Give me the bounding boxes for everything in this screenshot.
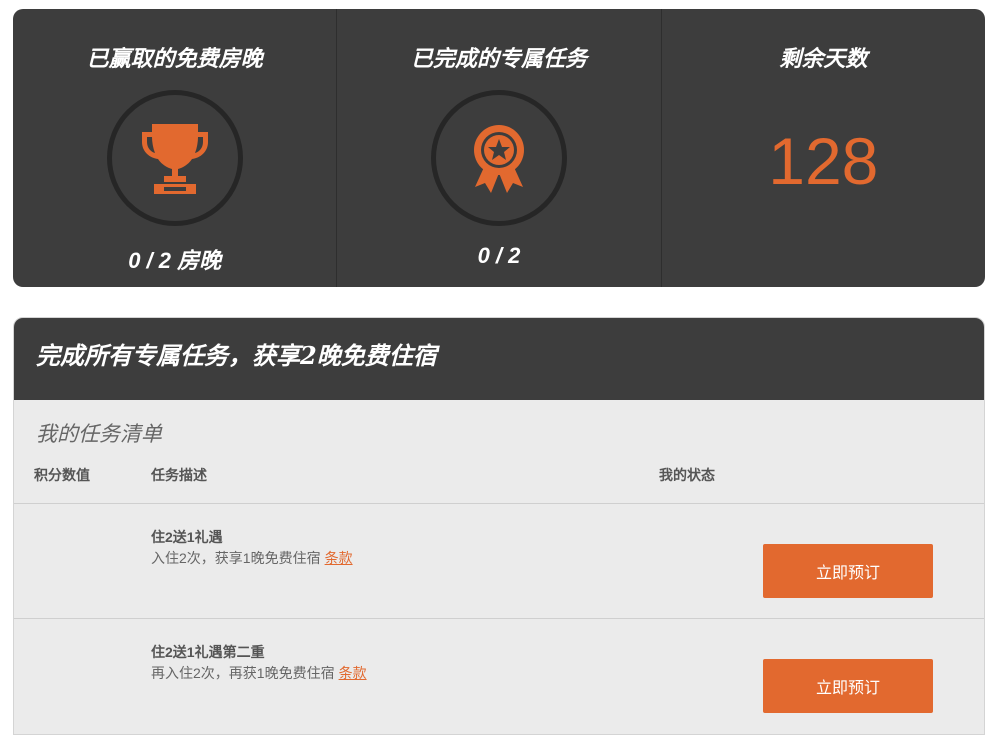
stat-remaining-days: 剩余天数 128 — [662, 9, 985, 287]
task-description-line: 入住2次，获享1晚免费住宿 条款 — [151, 548, 353, 568]
task-list-title: 我的任务清单 — [36, 422, 162, 446]
column-header-status: 我的状态 — [659, 467, 715, 483]
task-row: 住2送1礼遇第二重 再入住2次，再获1晚免费住宿 条款 立即预订 — [14, 618, 984, 734]
task-description-line: 再入住2次，再获1晚免费住宿 条款 — [151, 663, 367, 683]
trophy-icon — [141, 124, 208, 194]
task-description: 入住2次，获享1晚免费住宿 — [151, 550, 321, 566]
panel-header: 完成所有专属任务，获享2晚免费住宿 — [14, 318, 984, 400]
stat-value: 0 / 2 — [477, 243, 521, 268]
book-now-button[interactable]: 立即预订 — [763, 544, 933, 598]
task-panel: 完成所有专属任务，获享2晚免费住宿 我的任务清单 积分数值 任务描述 我的状态 … — [13, 317, 985, 735]
column-header-points: 积分数值 — [34, 467, 90, 483]
stat-title: 剩余天数 — [779, 46, 868, 72]
stat-title: 已完成的专属任务 — [410, 46, 587, 72]
icon-ring — [430, 90, 567, 226]
task-description: 再入住2次，再获1晚免费住宿 — [151, 665, 335, 681]
award-ribbon-icon — [473, 125, 524, 193]
stat-free-nights: 已赢取的免费房晚 0 / 2 房晚 — [13, 9, 338, 287]
task-name: 住2送1礼遇 — [151, 529, 223, 545]
task-name: 住2送1礼遇第二重 — [151, 644, 265, 660]
book-now-button[interactable]: 立即预订 — [763, 659, 933, 713]
stat-value: 0 / 2 房晚 — [128, 248, 222, 273]
stat-completed-tasks: 已完成的专属任务 0 / 2 — [337, 9, 662, 287]
remaining-days-number: 128 — [768, 124, 879, 198]
stat-title: 已赢取的免费房晚 — [86, 46, 263, 72]
icon-ring — [106, 90, 243, 226]
task-row: 住2送1礼遇 入住2次，获享1晚免费住宿 条款 立即预订 — [14, 503, 984, 619]
column-header-description: 任务描述 — [151, 467, 207, 483]
stats-summary: 已赢取的免费房晚 0 / 2 房晚 已完成的专属任务 0 / 2 剩余天数 12… — [13, 9, 985, 287]
terms-link[interactable]: 条款 — [325, 550, 353, 566]
terms-link[interactable]: 条款 — [339, 665, 367, 681]
